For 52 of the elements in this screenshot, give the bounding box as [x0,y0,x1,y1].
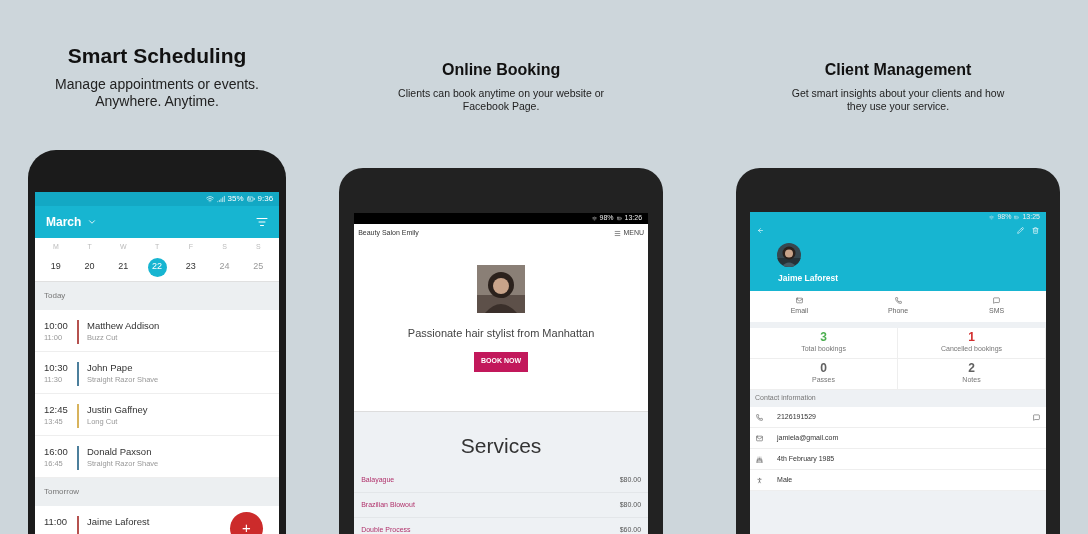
start-time: 11:00 [44,516,69,528]
wifi-icon [989,215,995,220]
client-name: Jaime Laforest [87,516,150,528]
section-header: Tomorrow [44,486,80,498]
day-button[interactable]: 19 [46,257,66,277]
stat-value: 0 [820,362,827,376]
battery-icon [616,216,622,221]
message-icon [993,296,1001,304]
tagline: Get smart insights about your clients and how they use your service. [790,87,1006,113]
person-icon [756,476,764,484]
mail-icon [795,296,803,304]
mail-icon [756,434,764,442]
back-icon[interactable] [757,227,765,234]
signal-icon [216,195,225,203]
battery-level: 35% [227,193,244,205]
headline: Client Management [824,60,972,80]
day-button[interactable]: 23 [181,257,201,277]
wifi-icon [205,195,214,203]
start-time: 12:45 [44,404,69,416]
headline: Online Booking [442,60,561,80]
client-name: Matthew Addison [87,320,160,332]
caret-icon [87,217,98,227]
phone-icon [894,296,902,304]
stat-value: 3 [820,331,827,345]
client-name: Donald Paxson [87,446,153,458]
section-title: Services [459,433,543,459]
menu-icon [614,229,622,237]
stat-value: 2 [968,362,975,376]
start-time: 16:00 [44,446,69,458]
day-button[interactable]: 21 [113,257,133,277]
message-icon[interactable] [1033,413,1040,421]
clock: 9:36 [257,193,274,205]
headline: Smart Scheduling [67,43,247,69]
tagline: Clients can book anytime on your website or Facebook Page. [397,87,606,113]
tagline: Manage appointments or events. Anywhere. Anytime. [54,75,260,110]
start-time: 10:30 [44,362,69,374]
edit-icon[interactable] [1017,227,1024,234]
day-button[interactable]: 20 [80,257,100,277]
wifi-icon [591,216,597,221]
client-name: John Pape [87,362,134,374]
section-header: Today [44,290,66,302]
client-name: Justin Gaffney [87,404,148,416]
stat-value: 1 [968,331,975,345]
cake-icon [756,455,764,463]
phone-icon [756,413,764,421]
client-name: Jaime Laforest [778,272,840,285]
filter-icon[interactable] [256,216,269,228]
battery-icon [246,195,255,203]
battery-icon [1014,215,1020,220]
bio-text: Passionate hair stylist from Manhattan [407,326,595,341]
delete-icon[interactable] [1032,227,1039,234]
start-time: 10:00 [44,320,69,332]
